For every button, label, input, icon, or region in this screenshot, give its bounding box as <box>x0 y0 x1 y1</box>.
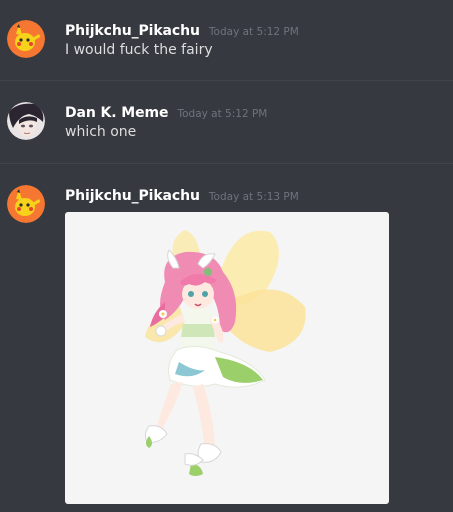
message-text: I would fuck the fairy <box>65 42 213 58</box>
pikachu-avatar-icon[interactable] <box>7 20 45 58</box>
message-divider <box>0 80 453 81</box>
username[interactable]: Phijkchu_Pikachu <box>65 23 200 39</box>
anime-character-avatar-icon[interactable] <box>7 102 45 140</box>
timestamp: Today at 5:13 PM <box>208 191 299 203</box>
username[interactable]: Phijkchu_Pikachu <box>65 188 200 204</box>
message-header: Dan K. Meme Today at 5:12 PM <box>65 102 267 121</box>
fairy-character-image <box>144 230 306 476</box>
pikachu-avatar-icon[interactable] <box>7 185 45 223</box>
message-header: Phijkchu_Pikachu Today at 5:12 PM <box>65 20 299 39</box>
timestamp: Today at 5:12 PM <box>208 26 299 38</box>
message-header: Phijkchu_Pikachu Today at 5:13 PM <box>65 185 299 204</box>
message-text: which one <box>65 124 137 140</box>
username[interactable]: Dan K. Meme <box>65 105 168 121</box>
message-divider <box>0 163 453 164</box>
timestamp: Today at 5:12 PM <box>177 108 268 120</box>
image-attachment[interactable] <box>65 212 389 504</box>
